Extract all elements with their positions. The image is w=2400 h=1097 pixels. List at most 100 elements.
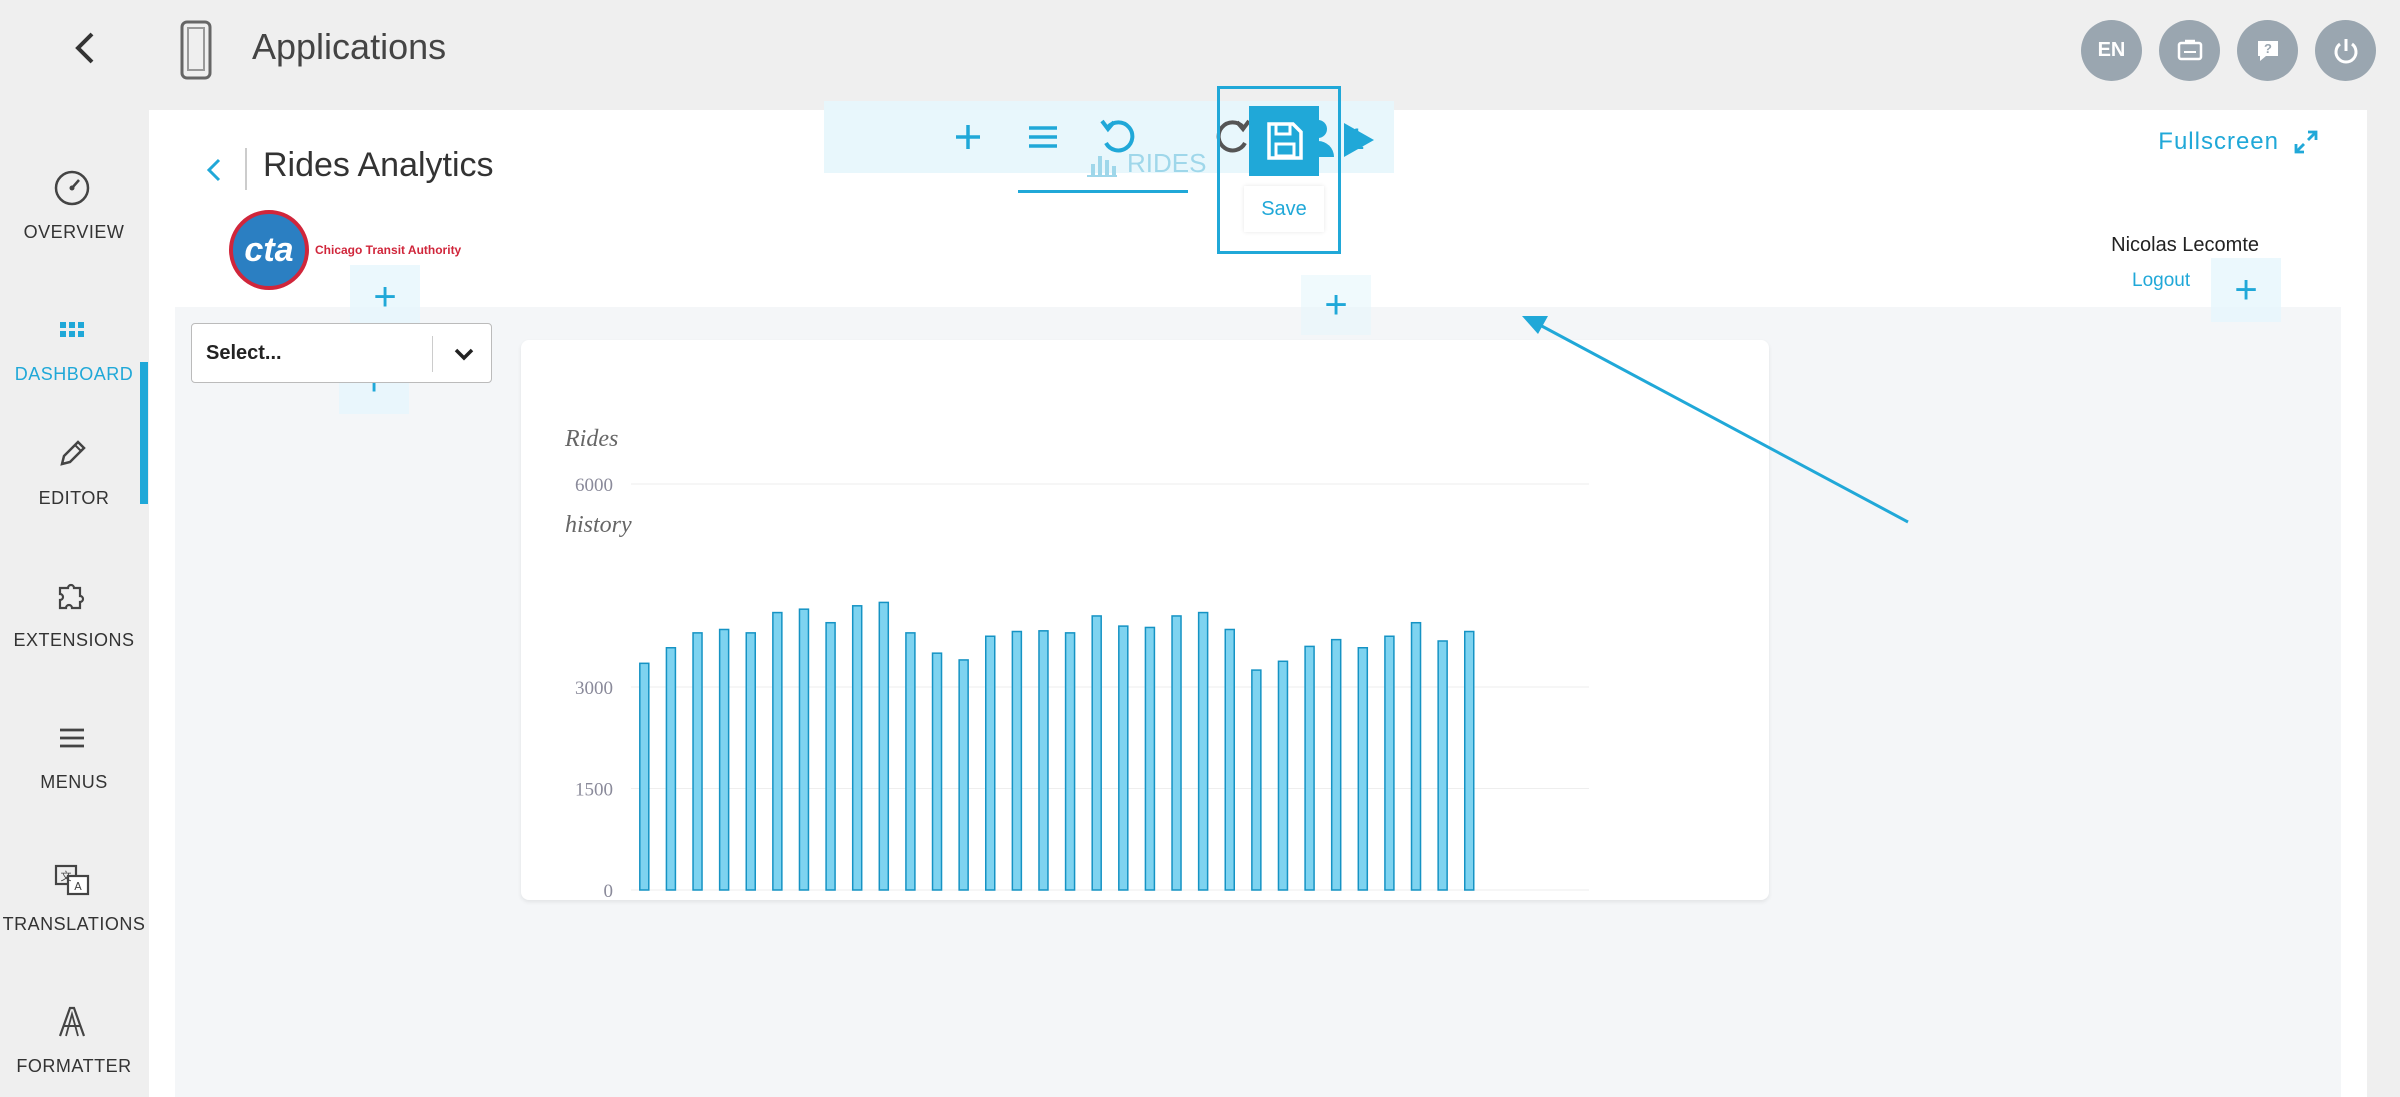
sidebar-item-label: FORMATTER bbox=[16, 1056, 132, 1076]
svg-text:?: ? bbox=[2264, 41, 2272, 56]
add-widget-button[interactable]: + bbox=[2211, 258, 2281, 322]
page-title: Rides Analytics bbox=[263, 146, 494, 184]
chart-bar bbox=[1011, 630, 1023, 891]
title-divider bbox=[245, 148, 247, 190]
sidebar-item-editor[interactable]: EDITOR bbox=[0, 396, 148, 526]
cta-logo-mark: cta bbox=[229, 210, 309, 290]
list-icon[interactable] bbox=[1019, 113, 1067, 161]
chart-bar bbox=[1464, 630, 1475, 891]
power-button[interactable] bbox=[2315, 20, 2376, 81]
y-tick-label: 1500 bbox=[575, 780, 613, 801]
sidebar-item-dashboard[interactable]: DASHBOARD bbox=[0, 272, 148, 402]
floppy-disk-icon bbox=[1267, 122, 1303, 160]
chart-bar bbox=[1197, 611, 1209, 891]
chart-bar bbox=[1118, 625, 1129, 891]
chart-bar bbox=[985, 635, 996, 891]
chart-bar bbox=[772, 611, 783, 891]
bar-chart-icon bbox=[1087, 155, 1117, 177]
power-icon bbox=[2334, 38, 2357, 63]
sidebar-item-label: MENUS bbox=[40, 772, 108, 792]
chevron-down-icon[interactable] bbox=[450, 340, 478, 368]
top-actions: EN ? bbox=[2081, 20, 2376, 81]
sidebar-item-label: TRANSLATIONS bbox=[2, 914, 146, 934]
svg-text:A: A bbox=[74, 880, 82, 893]
chart-bar bbox=[1357, 647, 1369, 891]
chart-bar bbox=[665, 647, 677, 891]
chart-bar bbox=[1251, 669, 1262, 891]
formatter-icon bbox=[58, 1006, 86, 1037]
sidebar-item-translations[interactable]: 文 A TRANSLATIONS bbox=[0, 822, 148, 952]
presentation-button[interactable] bbox=[2159, 20, 2220, 81]
logout-link[interactable]: Logout bbox=[2132, 270, 2190, 292]
cta-logo: cta Chicago Transit Authority bbox=[229, 210, 461, 290]
chart-bar bbox=[639, 662, 650, 891]
svg-text:文: 文 bbox=[61, 869, 72, 883]
sidebar: OVERVIEW DASHBOARD EDITOR EXTENSIONS MEN… bbox=[0, 110, 148, 1097]
rides-chart-card: Rides history 0150030006000Dec. 14Jan. 1… bbox=[521, 340, 1769, 900]
tab-rides[interactable]: RIDES bbox=[1085, 148, 1206, 179]
chart-bar bbox=[718, 628, 730, 891]
save-button[interactable] bbox=[1249, 106, 1319, 176]
translate-icon: 文 A bbox=[54, 864, 90, 896]
hamburger-icon bbox=[60, 728, 84, 748]
add-widget-button[interactable]: + bbox=[350, 265, 420, 329]
sidebar-item-extensions[interactable]: EXTENSIONS bbox=[0, 538, 148, 668]
help-button[interactable]: ? bbox=[2237, 20, 2298, 81]
top-bar: Applications EN ? bbox=[0, 0, 2400, 110]
chart-bar bbox=[931, 652, 943, 891]
cta-logo-text: Chicago Transit Authority bbox=[315, 243, 462, 257]
expand-icon bbox=[2294, 130, 2318, 154]
chart-bar bbox=[745, 632, 756, 891]
help-chat-icon: ? bbox=[2257, 40, 2278, 61]
chart-bar bbox=[1330, 638, 1342, 891]
chart-bar bbox=[851, 605, 863, 891]
save-tooltip: Save bbox=[1244, 186, 1324, 232]
sidebar-item-label: OVERVIEW bbox=[23, 222, 125, 242]
presentation-icon bbox=[2177, 39, 2202, 60]
rides-bar-chart: 0150030006000Dec. 14Jan. 15Feb. 15Mar. 1… bbox=[575, 475, 1589, 900]
user-name: Nicolas Lecomte bbox=[2111, 234, 2259, 256]
play-icon[interactable] bbox=[1340, 121, 1378, 159]
chart-bar bbox=[878, 601, 890, 891]
pencil-icon bbox=[60, 440, 86, 466]
fullscreen-label: Fullscreen bbox=[2158, 128, 2279, 155]
chart-bar bbox=[1224, 628, 1235, 891]
y-tick-label: 6000 bbox=[575, 475, 613, 496]
chart-bar bbox=[825, 621, 836, 891]
sidebar-item-label: EDITOR bbox=[38, 488, 110, 508]
fullscreen-button[interactable]: Fullscreen bbox=[2158, 128, 2319, 156]
chart-bar bbox=[1384, 635, 1395, 891]
chart-bar bbox=[1410, 621, 1422, 891]
sidebar-item-overview[interactable]: OVERVIEW bbox=[0, 130, 148, 260]
select-divider bbox=[432, 336, 433, 372]
chart-bar bbox=[1038, 630, 1049, 891]
y-tick-label: 0 bbox=[604, 881, 614, 900]
chart-bar bbox=[1277, 660, 1289, 891]
sidebar-item-menus[interactable]: MENUS bbox=[0, 680, 148, 810]
grid-icon bbox=[60, 322, 84, 337]
add-icon[interactable] bbox=[944, 113, 992, 161]
chart-bar bbox=[1304, 645, 1315, 891]
main-panel: Rides Analytics Fullscreen cta Chicago T… bbox=[149, 110, 2367, 1097]
back-chevron-icon[interactable] bbox=[199, 150, 229, 190]
tab-rides-underline bbox=[1018, 190, 1188, 193]
back-chevron-icon[interactable] bbox=[66, 28, 106, 68]
app-title: Applications bbox=[252, 26, 447, 67]
chart-bar bbox=[1064, 632, 1076, 891]
tab-rides-label: RIDES bbox=[1127, 148, 1207, 178]
chart-bar bbox=[1437, 640, 1448, 891]
chart-bar bbox=[1144, 626, 1156, 891]
add-widget-button[interactable]: + bbox=[1301, 275, 1371, 335]
sidebar-item-label: DASHBOARD bbox=[14, 364, 134, 384]
chart-bar bbox=[1091, 615, 1102, 891]
chart-bar bbox=[798, 608, 810, 891]
sidebar-item-label: EXTENSIONS bbox=[13, 630, 135, 650]
puzzle-icon bbox=[58, 583, 85, 610]
tablet-icon bbox=[180, 20, 212, 80]
gauge-icon bbox=[54, 170, 90, 206]
sidebar-item-formatter[interactable]: FORMATTER bbox=[0, 964, 148, 1094]
chart-bar bbox=[958, 659, 969, 891]
chart-bar bbox=[1171, 615, 1182, 891]
filter-select[interactable]: Select... bbox=[191, 323, 492, 383]
language-button[interactable]: EN bbox=[2081, 20, 2142, 81]
